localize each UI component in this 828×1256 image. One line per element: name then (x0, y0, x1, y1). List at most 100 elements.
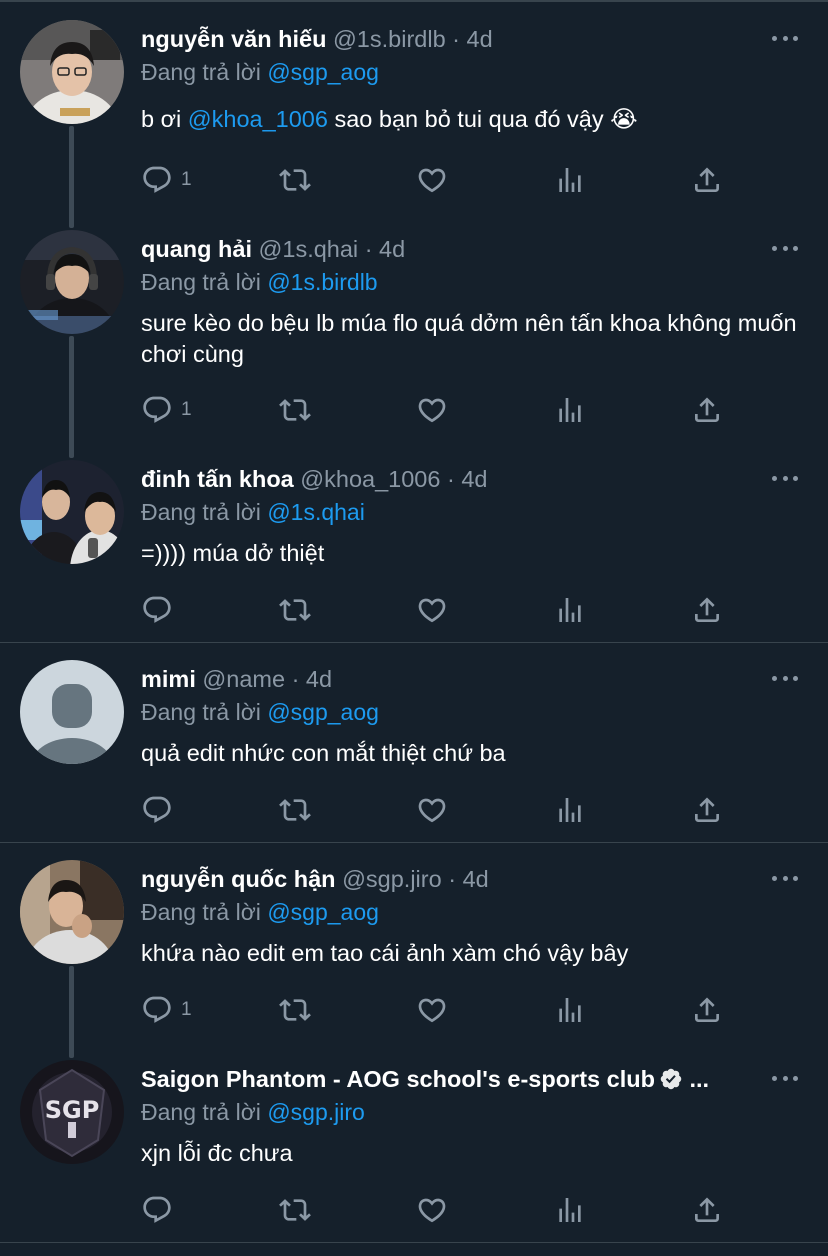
share-button[interactable] (691, 1190, 723, 1230)
tweet-text: quả edit nhức con mắt thiệt chứ ba (141, 740, 506, 766)
tweet-header: Saigon Phantom - AOG school's e-sports c… (141, 1064, 768, 1094)
separator-dot: · (291, 666, 300, 692)
analytics-icon (554, 994, 586, 1026)
analytics-button[interactable] (554, 990, 586, 1030)
display-name[interactable]: Saigon Phantom - AOG school's e-sports c… (141, 1066, 655, 1092)
reply-button[interactable]: 1 (141, 160, 192, 200)
retweet-button[interactable] (279, 160, 311, 200)
share-icon (691, 794, 723, 826)
tweet-text: sure kèo do bệu lb múa flo quá dởm nên t… (141, 310, 797, 367)
display-name[interactable]: đinh tấn khoa (141, 466, 294, 492)
more-icon[interactable] (772, 868, 798, 888)
display-name[interactable]: nguyễn văn hiếu (141, 26, 326, 52)
action-bar (0, 590, 828, 630)
share-icon (691, 994, 723, 1026)
share-button[interactable] (691, 590, 723, 630)
retweet-button[interactable] (279, 590, 311, 630)
display-name[interactable]: mimi (141, 666, 196, 692)
share-button[interactable] (691, 390, 723, 430)
avatar[interactable] (20, 230, 124, 334)
retweet-icon (279, 1194, 311, 1226)
avatar[interactable] (20, 860, 124, 964)
retweet-icon (279, 164, 311, 196)
tweet[interactable]: nguyễn quốc hận @sgp.jiro · 4d Đang trả … (0, 843, 828, 1060)
reply-to-mention[interactable]: @sgp.jiro (267, 1099, 365, 1125)
tweet[interactable]: đinh tấn khoa @khoa_1006 · 4d Đang trả l… (0, 460, 828, 643)
analytics-button[interactable] (554, 790, 586, 830)
like-icon (416, 1194, 448, 1226)
reply-icon (141, 1194, 173, 1226)
analytics-button[interactable] (554, 590, 586, 630)
replying-label: Đang trả lời (141, 1099, 261, 1125)
like-button[interactable] (416, 390, 448, 430)
more-icon[interactable] (772, 28, 798, 48)
reply-to-mention[interactable]: @1s.qhai (267, 499, 365, 525)
avatar[interactable] (20, 20, 124, 124)
retweet-icon (279, 394, 311, 426)
analytics-button[interactable] (554, 1190, 586, 1230)
share-icon (691, 164, 723, 196)
retweet-button[interactable] (279, 790, 311, 830)
share-button[interactable] (691, 160, 723, 200)
like-button[interactable] (416, 1190, 448, 1230)
username[interactable]: @sgp.jiro (342, 866, 442, 892)
share-button[interactable] (691, 790, 723, 830)
reply-to-mention[interactable]: @sgp_aog (267, 59, 379, 85)
retweet-button[interactable] (279, 990, 311, 1030)
replying-label: Đang trả lời (141, 499, 261, 525)
replying-to: Đang trả lời @1s.birdlb (141, 267, 378, 297)
like-button[interactable] (416, 990, 448, 1030)
analytics-icon (554, 164, 586, 196)
share-icon (691, 394, 723, 426)
avatar[interactable]: SGP (20, 1060, 124, 1164)
replying-label: Đang trả lời (141, 699, 261, 725)
retweet-button[interactable] (279, 390, 311, 430)
reply-button[interactable] (141, 790, 181, 830)
reply-button[interactable]: 1 (141, 990, 192, 1030)
more-icon[interactable] (772, 468, 798, 488)
avatar-photo (20, 860, 124, 964)
timestamp[interactable]: 4d (306, 666, 332, 692)
username[interactable]: @khoa_1006 (300, 466, 440, 492)
timestamp[interactable]: 4d (463, 866, 489, 892)
timestamp[interactable]: 4d (379, 236, 405, 262)
reply-to-mention[interactable]: @sgp_aog (267, 899, 379, 925)
more-icon[interactable] (772, 238, 798, 258)
like-button[interactable] (416, 790, 448, 830)
timestamp[interactable]: 4d (461, 466, 487, 492)
retweet-button[interactable] (279, 1190, 311, 1230)
username[interactable]: @1s.birdlb (333, 26, 446, 52)
username[interactable]: @1s.qhai (259, 236, 359, 262)
reply-button[interactable] (141, 590, 181, 630)
tweet-header: mimi @name · 4d (141, 664, 768, 694)
analytics-button[interactable] (554, 160, 586, 200)
avatar[interactable] (20, 660, 124, 764)
avatar[interactable] (20, 460, 124, 564)
action-bar: 1 (0, 990, 828, 1030)
reply-to-mention[interactable]: @1s.birdlb (267, 269, 377, 295)
like-button[interactable] (416, 160, 448, 200)
tweet[interactable]: nguyễn văn hiếu @1s.birdlb · 4d Đang trả… (0, 0, 828, 230)
timestamp[interactable]: 4d (467, 26, 493, 52)
tweet[interactable]: quang hải @1s.qhai · 4d Đang trả lời @1s… (0, 230, 828, 460)
display-name[interactable]: nguyễn quốc hận (141, 866, 336, 892)
tweet-text: xjn lỗi đc chưa (141, 1140, 293, 1166)
reply-icon (141, 994, 173, 1026)
more-icon[interactable] (772, 1068, 798, 1088)
reply-icon (141, 394, 173, 426)
share-button[interactable] (691, 990, 723, 1030)
tweet[interactable]: mimi @name · 4d Đang trả lời @sgp_aog qu… (0, 643, 828, 843)
reply-button[interactable]: 1 (141, 390, 192, 430)
reply-button[interactable] (141, 1190, 181, 1230)
username[interactable]: @name (202, 666, 285, 692)
analytics-button[interactable] (554, 390, 586, 430)
tweet[interactable]: SGP Saigon Phantom - AOG school's e-spor… (0, 1060, 828, 1243)
like-button[interactable] (416, 590, 448, 630)
reply-to-mention[interactable]: @sgp_aog (267, 699, 379, 725)
mention-link[interactable]: @khoa_1006 (188, 106, 328, 132)
more-icon[interactable] (772, 668, 798, 688)
display-name[interactable]: quang hải (141, 236, 252, 262)
name-truncation: ... (689, 1066, 710, 1092)
action-bar (0, 790, 828, 830)
tweet-header: quang hải @1s.qhai · 4d (141, 234, 768, 264)
